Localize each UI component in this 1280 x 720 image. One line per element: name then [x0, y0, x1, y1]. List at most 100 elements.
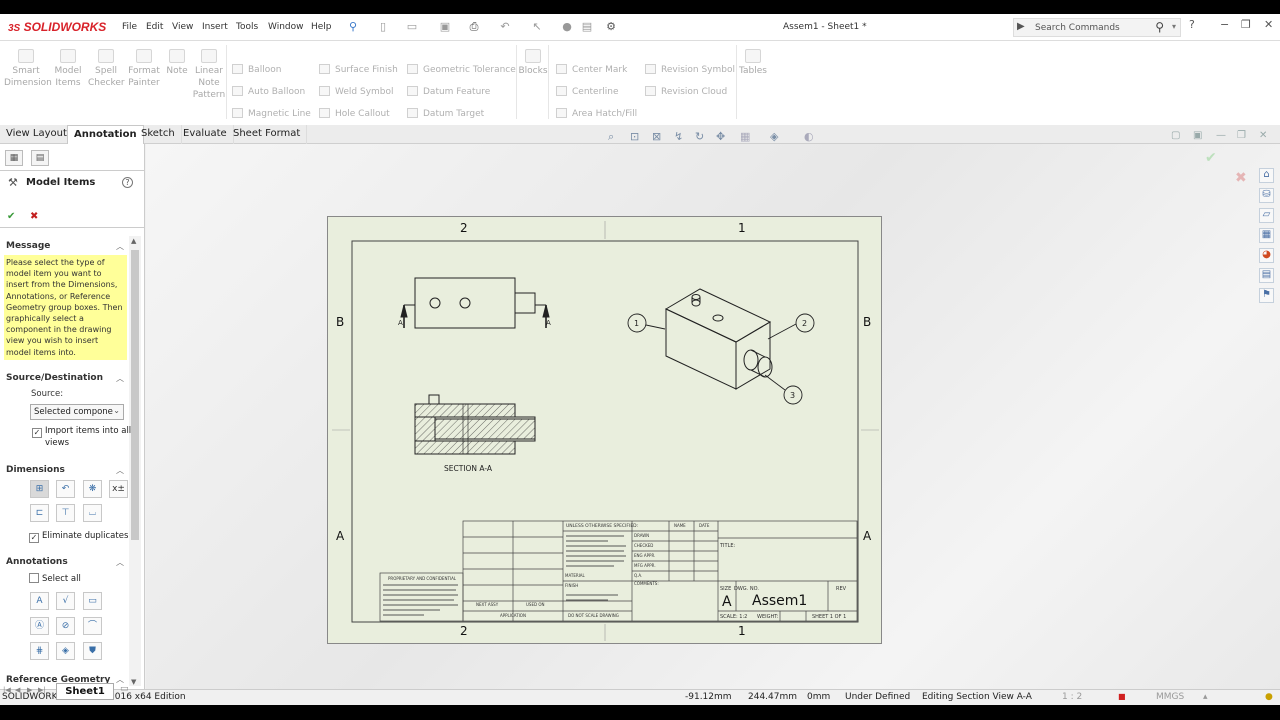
tile-icon[interactable]: ▢ [1171, 130, 1180, 141]
sheet-last-icon[interactable]: ▶| [38, 686, 46, 694]
sheet-tab-sheet1[interactable]: Sheet1 [56, 683, 114, 700]
menu-tools[interactable]: Tools [236, 22, 258, 32]
add-sheet-icon[interactable]: ▭ [120, 684, 129, 694]
feature-manager-tab-icon[interactable]: ▦ [5, 150, 23, 166]
sheet-prev-icon[interactable]: ◀ [15, 686, 20, 694]
file-properties-icon[interactable]: ▤ [580, 20, 594, 33]
cosmetic-thread-button[interactable]: ◈ [56, 642, 75, 660]
select-all-checkbox[interactable]: Select all [29, 573, 81, 584]
scroll-down-icon[interactable]: ▼ [131, 678, 136, 686]
zoom-to-fit-icon[interactable]: ⌕ [608, 130, 614, 144]
balloon-button[interactable]: Balloon [232, 64, 281, 75]
instance-count-button[interactable]: ❋ [83, 480, 102, 498]
forum-icon[interactable]: ⚑ [1259, 288, 1274, 303]
drawing-canvas[interactable]: ✔ ✖ ⌂ ⛁ ▱ ▦ ◕ ▤ ⚑ 2 1 2 1 B A B A A A 1 … [146, 144, 1280, 689]
tab-sketch[interactable]: Sketch [135, 125, 182, 144]
collapse-chevron-icon[interactable]: ︿ [116, 465, 124, 476]
collapse-chevron-icon[interactable]: ︿ [116, 557, 124, 568]
confirm-cancel-icon[interactable]: ✖ [1235, 170, 1247, 186]
rebuild-icon[interactable]: ● [560, 20, 574, 33]
pin-icon[interactable]: ⚲ [346, 20, 360, 33]
geometric-tolerance-button[interactable]: Geometric Tolerance [407, 64, 516, 75]
rebuild-status-icon[interactable]: ■ [1118, 692, 1126, 701]
source-select[interactable]: Selected compone ⌄ [30, 404, 124, 420]
menu-file[interactable]: File [122, 22, 137, 32]
scrollbar-thumb[interactable] [131, 250, 139, 540]
datums-button[interactable]: Ⓐ [30, 617, 49, 635]
doc-minimize-button[interactable]: — [1216, 130, 1226, 141]
tab-view-layout[interactable]: View Layout [0, 125, 74, 144]
spell-checker-button[interactable]: Spell Checker [88, 49, 125, 89]
drawing-sheet[interactable]: 2 1 2 1 B A B A A A 1 2 3 SECTION A-A UN… [327, 216, 882, 644]
revision-cloud-button[interactable]: Revision Cloud [645, 86, 727, 97]
panel-scrollbar[interactable]: ▲ ▼ [129, 236, 141, 686]
home-icon[interactable]: ⌂ [1259, 168, 1274, 183]
help-icon[interactable]: ? [122, 177, 133, 188]
format-painter-button[interactable]: Format Painter [126, 49, 162, 89]
revision-symbol-button[interactable]: Revision Symbol [645, 64, 735, 75]
eliminate-duplicates-checkbox[interactable]: ✓ Eliminate duplicates [29, 531, 128, 543]
previous-view-icon[interactable]: ↯ [674, 130, 683, 143]
weld-symbol-button[interactable]: Weld Symbol [319, 86, 394, 97]
menu-edit[interactable]: Edit [146, 22, 163, 32]
menu-insert[interactable]: Insert [202, 22, 228, 32]
smart-dimension-button[interactable]: Smart Dimension [4, 49, 52, 89]
status-units[interactable]: MMGS [1156, 692, 1184, 702]
welds-button[interactable]: ⌒ [83, 617, 102, 635]
datum-targets-button[interactable]: ⊘ [56, 617, 75, 635]
note-button[interactable]: Note [164, 49, 190, 77]
tables-button[interactable]: Tables [738, 49, 768, 77]
hide-show-items-icon[interactable]: ◈ [770, 130, 778, 143]
datum-feature-button[interactable]: Datum Feature [407, 86, 490, 97]
collapse-chevron-icon[interactable]: ︿ [116, 373, 124, 384]
help-icon[interactable]: ? [1189, 18, 1195, 31]
tab-evaluate[interactable]: Evaluate [177, 125, 234, 144]
tab-annotation[interactable]: Annotation [67, 125, 144, 144]
display-style-icon[interactable]: ▦ [740, 130, 750, 143]
hole-wizard-locations-button[interactable]: ⊤ [56, 504, 75, 522]
surface-finish-button[interactable]: Surface Finish [319, 64, 398, 75]
appearance-icon[interactable]: ◐ [804, 130, 814, 143]
save-icon[interactable]: ▣ [438, 20, 452, 33]
cascade-icon[interactable]: ▣ [1193, 130, 1202, 141]
hole-wizard-profile-button[interactable]: ⊏ [30, 504, 49, 522]
sheet-next-icon[interactable]: ▶ [27, 686, 32, 694]
notes-button[interactable]: A [30, 592, 49, 610]
solidworks-logo[interactable]: 3S SOLIDWORKS [8, 20, 106, 34]
minimize-button[interactable]: − [1220, 18, 1229, 31]
file-explorer-icon[interactable]: ▱ [1259, 208, 1274, 223]
doc-close-button[interactable]: ✕ [1259, 130, 1267, 141]
units-chevron-icon[interactable]: ▴ [1203, 692, 1208, 702]
chevron-down-icon[interactable]: ▾ [1172, 22, 1176, 31]
rotate-icon[interactable]: ↻ [695, 130, 704, 143]
new-icon[interactable]: ▯ [376, 20, 390, 33]
linear-note-pattern-button[interactable]: Linear Note Pattern [192, 49, 226, 101]
zoom-to-selection-icon[interactable]: ⊠ [652, 130, 661, 143]
appearances-icon[interactable]: ◕ [1259, 248, 1274, 263]
close-button[interactable]: ✕ [1264, 18, 1273, 31]
center-mark-button[interactable]: Center Mark [556, 64, 627, 75]
model-items-button[interactable]: Model Items [52, 49, 84, 89]
pan-icon[interactable]: ✥ [716, 130, 725, 143]
not-marked-button[interactable]: ↶ [56, 480, 75, 498]
tab-sheet-format[interactable]: Sheet Format [227, 125, 308, 144]
search-commands-input[interactable]: ▶ Search Commands ⚲ ▾ [1013, 18, 1181, 37]
menu-window[interactable]: Window [268, 22, 304, 32]
blocks-button[interactable]: Blocks [518, 49, 548, 77]
cancel-button[interactable]: ✖ [30, 211, 38, 222]
tooltip-icon[interactable]: ● [1265, 692, 1273, 702]
open-icon[interactable]: ▭ [405, 20, 419, 33]
property-manager-tab-icon[interactable]: ▤ [31, 150, 49, 166]
select-icon[interactable]: ↖ [530, 20, 544, 33]
hole-callout-button[interactable]: Hole Callout [319, 108, 390, 119]
options-gear-icon[interactable]: ⚙ [604, 20, 618, 33]
search-icon[interactable]: ⚲ [1155, 20, 1164, 34]
centerline-button[interactable]: Centerline [556, 86, 619, 97]
design-library-icon[interactable]: ⛁ [1259, 188, 1274, 203]
area-hatch-button[interactable]: Area Hatch/Fill [556, 108, 637, 119]
undo-icon[interactable]: ↶ [498, 20, 512, 33]
menu-help[interactable]: Help [311, 22, 332, 32]
weld-beads-button[interactable]: ⋕ [30, 642, 49, 660]
caterpillar-button[interactable]: ⛊ [83, 642, 102, 660]
doc-restore-button[interactable]: ❐ [1237, 130, 1246, 141]
